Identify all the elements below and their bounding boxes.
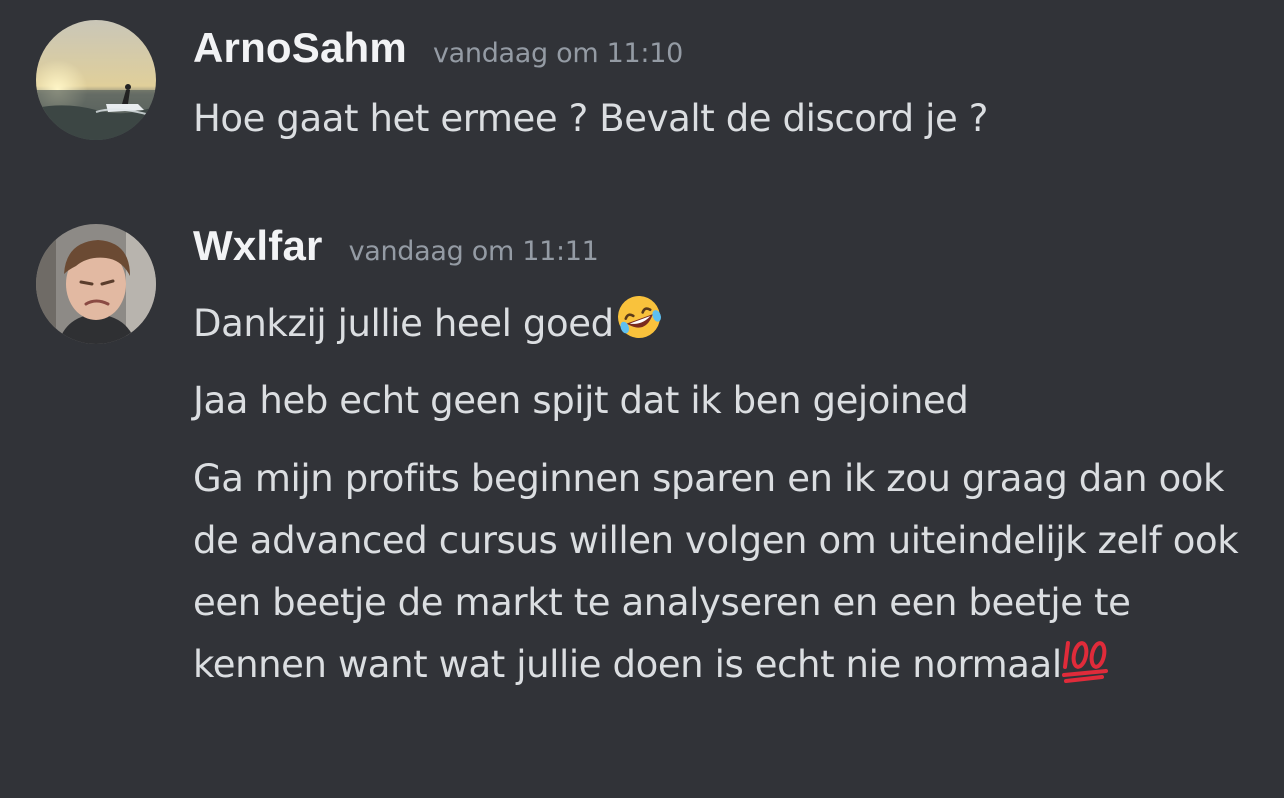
rolling-on-floor-laughing-emoji-icon	[614, 292, 664, 342]
username[interactable]: ArnoSahm	[193, 24, 407, 72]
message-timestamp[interactable]: vandaag om 11:10	[433, 38, 683, 69]
avatar[interactable]	[36, 224, 156, 344]
message-line-3: Ga mijn profits beginnen sparen en ik zo…	[193, 448, 1263, 696]
message-group-arnosahm: ArnoSahm vandaag om 11:10 Hoe gaat het e…	[0, 0, 1284, 170]
message-text: Dankzij jullie heel goed	[193, 302, 614, 345]
message-text: Hoe gaat het ermee ? Bevalt de discord j…	[193, 97, 988, 140]
hundred-points-emoji-icon	[1061, 637, 1112, 683]
message-text: Jaa heb echt geen spijt dat ik ben gejoi…	[193, 379, 969, 422]
avatar[interactable]	[36, 20, 156, 140]
message-line-1: Dankzij jullie heel goed	[193, 292, 1273, 355]
message-group-wxlfar: Wxlfar vandaag om 11:11 Dankzij jullie h…	[0, 210, 1284, 798]
person-photo-avatar-icon	[36, 224, 156, 344]
username[interactable]: Wxlfar	[193, 222, 323, 270]
message-timestamp[interactable]: vandaag om 11:11	[349, 236, 599, 267]
jetski-sunset-avatar-icon	[36, 20, 156, 140]
